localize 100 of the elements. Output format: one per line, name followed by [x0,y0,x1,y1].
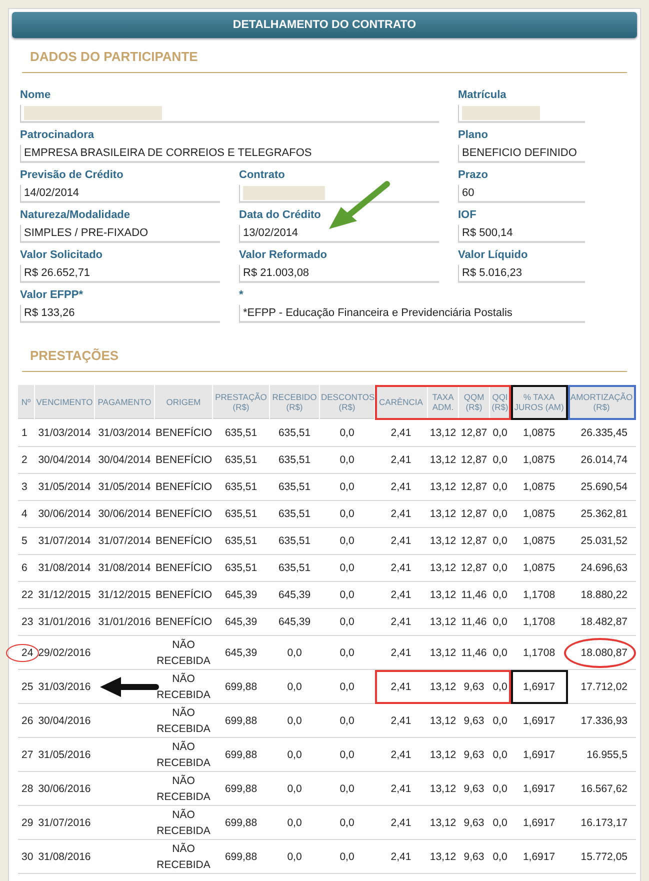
table-cell: 2,41 [374,636,428,670]
table-cell: 2,41 [374,772,428,806]
table-cell: 2 [18,446,34,474]
field-value: *EFPP - Educação Financeira e Previdenciária Postalis [239,305,585,323]
table-cell: 2,41 [374,840,428,874]
table-cell: 31/07/2014 [94,528,154,554]
field-label: * [239,289,244,301]
table-cell: 2,41 [374,738,428,772]
table-cell: 0,0 [490,554,510,582]
table-cell: 26 [18,704,34,738]
table-cell: 30/06/2014 [34,500,94,528]
table-cell: 0,0 [270,670,320,704]
table-cell: 9,63 [458,670,490,704]
table-cell: 1,1708 [510,582,568,608]
table-cell: 0,0 [490,474,510,500]
page-title: DETALHAMENTO DO CONTRATO [232,19,416,31]
table-cell: 13,12 [428,446,458,474]
table-cell: 31/01/2016 [34,608,94,636]
table-cell: 12,87 [458,446,490,474]
table-cell: 17.336,93 [568,704,636,738]
table-cell: 13,12 [428,528,458,554]
field-label: Natureza/Modalidade [20,209,130,221]
table-cell: 11,46 [458,608,490,636]
table-cell: 30/06/2014 [94,500,154,528]
table-cell: 3 [18,474,34,500]
table-cell: 11,46 [458,582,490,608]
table-cell: 23 [18,608,34,636]
table-cell: 2,41 [374,554,428,582]
table-cell: BENEFÍCIO [154,500,212,528]
table-cell: BENEFÍCIO [154,420,212,446]
table-cell: NÃO RECEBIDA [154,738,212,772]
table-cell: BENEFÍCIO [154,554,212,582]
table-cell: 31/03/2016 [34,670,94,704]
field-label: Contrato [239,169,285,181]
table-cell: 18.482,87 [568,608,636,636]
table-cell: 2,41 [374,806,428,840]
table-cell: 9,63 [458,806,490,840]
table-cell: 31/05/2014 [34,474,94,500]
column-header: PRESTAÇÃO (R$) [212,384,270,420]
table-cell: 0,0 [320,446,374,474]
table-cell: 31/12/2015 [94,582,154,608]
table-cell: 13,12 [428,806,458,840]
table-cell: 13,12 [428,582,458,608]
table-cell: 0,0 [320,806,374,840]
table-cell: NÃO RECEBIDA [154,670,212,704]
field-value: BENEFICIO DEFINIDO [458,145,585,163]
field-value: 60 [458,185,585,203]
field-label: Plano [458,129,488,141]
table-cell: 4 [18,500,34,528]
table-cell: 635,51 [270,554,320,582]
table-cell: 31/08/2014 [34,554,94,582]
table-cell: 22 [18,582,34,608]
table-cell: 12,87 [458,554,490,582]
table-cell: 1 [18,420,34,446]
table-cell: 30/06/2016 [34,772,94,806]
table-cell: 0,0 [490,670,510,704]
table-cell: 18.880,22 [568,582,636,608]
field-label: Data do Crédito [239,209,321,221]
table-cell: 29/02/2016 [34,636,94,670]
table-cell: 9,63 [458,840,490,874]
table-cell: 635,51 [270,446,320,474]
table-cell: 31/07/2016 [34,806,94,840]
table-cell: 1,1708 [510,608,568,636]
field-value: 14/02/2014 [20,185,220,203]
table-cell: 635,51 [270,420,320,446]
table-cell: 2,41 [374,528,428,554]
table-cell: 0,0 [490,806,510,840]
table-cell: 635,51 [212,420,270,446]
table-cell: 12,87 [458,420,490,446]
section-title: PRESTAÇÕES [30,348,119,363]
table-cell: 24 [18,636,34,670]
table-cell: 1,0875 [510,554,568,582]
table-cell: 16.955,5 [568,738,636,772]
table-cell: 0,0 [490,582,510,608]
table-cell: 12,87 [458,474,490,500]
table-cell: 31/01/2016 [94,608,154,636]
table-cell: 29 [18,806,34,840]
table-cell: 12,87 [458,500,490,528]
table-cell: 0,0 [490,420,510,446]
table-cell: 0,0 [320,500,374,528]
table-cell: 13,12 [428,772,458,806]
table-cell: 13,12 [428,840,458,874]
table-cell: 31/05/2016 [34,738,94,772]
column-header: VENCIMENTO [34,384,94,420]
table-cell: 12,87 [458,528,490,554]
field-value: R$ 26.652,71 [20,265,220,283]
table-cell: 645,39 [270,608,320,636]
column-header: ORIGEM [154,384,212,420]
table-cell: 635,51 [270,500,320,528]
table-cell: 13,12 [428,608,458,636]
table-cell: 0,0 [320,608,374,636]
column-header: DESCONTOS (R$) [320,384,374,420]
table-cell: 0,0 [320,704,374,738]
table-cell: NÃO RECEBIDA [154,806,212,840]
table-cell: 1,6917 [510,704,568,738]
table-cell: 9,63 [458,738,490,772]
table-cell: 27 [18,738,34,772]
field-value: R$ 5.016,23 [458,265,585,283]
table-cell: 0,0 [320,582,374,608]
table-cell: 26.335,45 [568,420,636,446]
